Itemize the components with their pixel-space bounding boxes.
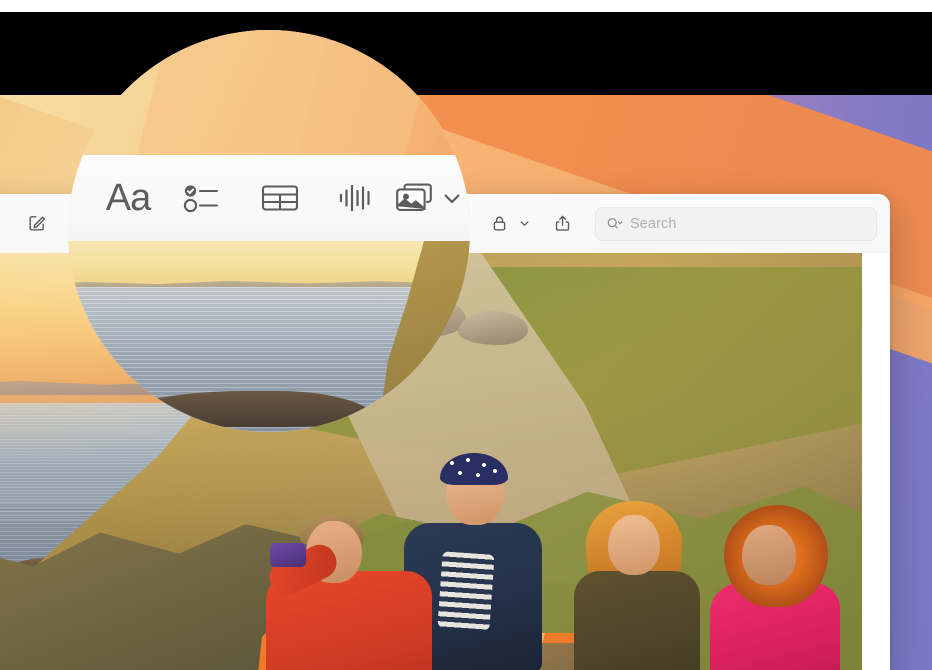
lock-button-group[interactable] xyxy=(482,208,531,240)
media-photos-icon xyxy=(394,181,436,215)
search-placeholder: Search xyxy=(630,215,677,232)
media-chevron-down-icon[interactable] xyxy=(440,186,464,210)
audio-button[interactable] xyxy=(318,155,394,241)
search-field[interactable]: Search xyxy=(595,206,877,241)
magnified-beach xyxy=(68,241,470,289)
search-icon[interactable] xyxy=(606,216,625,231)
share-button[interactable] xyxy=(545,208,579,240)
lock-chevron-down-icon[interactable] xyxy=(517,208,531,240)
photo-person-tan-head xyxy=(608,515,660,575)
share-icon xyxy=(553,214,572,233)
photo-person-pink-head xyxy=(742,525,796,585)
magnifier-contents: Aa xyxy=(68,30,470,432)
checklist-button[interactable] xyxy=(166,155,242,241)
magnified-note-content xyxy=(68,241,470,432)
magnified-toolbar-buttons: Aa xyxy=(68,155,470,241)
checklist-icon xyxy=(182,181,226,215)
lock-icon xyxy=(490,214,509,233)
lock-button[interactable] xyxy=(482,208,516,240)
table-icon xyxy=(260,181,300,215)
audio-wave-icon xyxy=(337,181,375,215)
aa-format-icon: Aa xyxy=(105,177,151,219)
toolbar-magnifier: Aa xyxy=(68,30,470,432)
compose-button[interactable] xyxy=(20,207,54,239)
photo-person-tan-jacket xyxy=(574,571,700,670)
media-button[interactable] xyxy=(394,155,464,241)
photo-person-navy-bandana xyxy=(440,453,508,485)
photo-binoculars xyxy=(270,543,306,567)
format-button[interactable]: Aa xyxy=(90,155,166,241)
table-button[interactable] xyxy=(242,155,318,241)
toolbar-right-cluster: Search xyxy=(482,194,877,253)
compose-icon xyxy=(27,213,47,233)
screenshot-stage: Search Aa xyxy=(0,0,932,670)
photo-person-navy-shirt xyxy=(437,551,495,631)
